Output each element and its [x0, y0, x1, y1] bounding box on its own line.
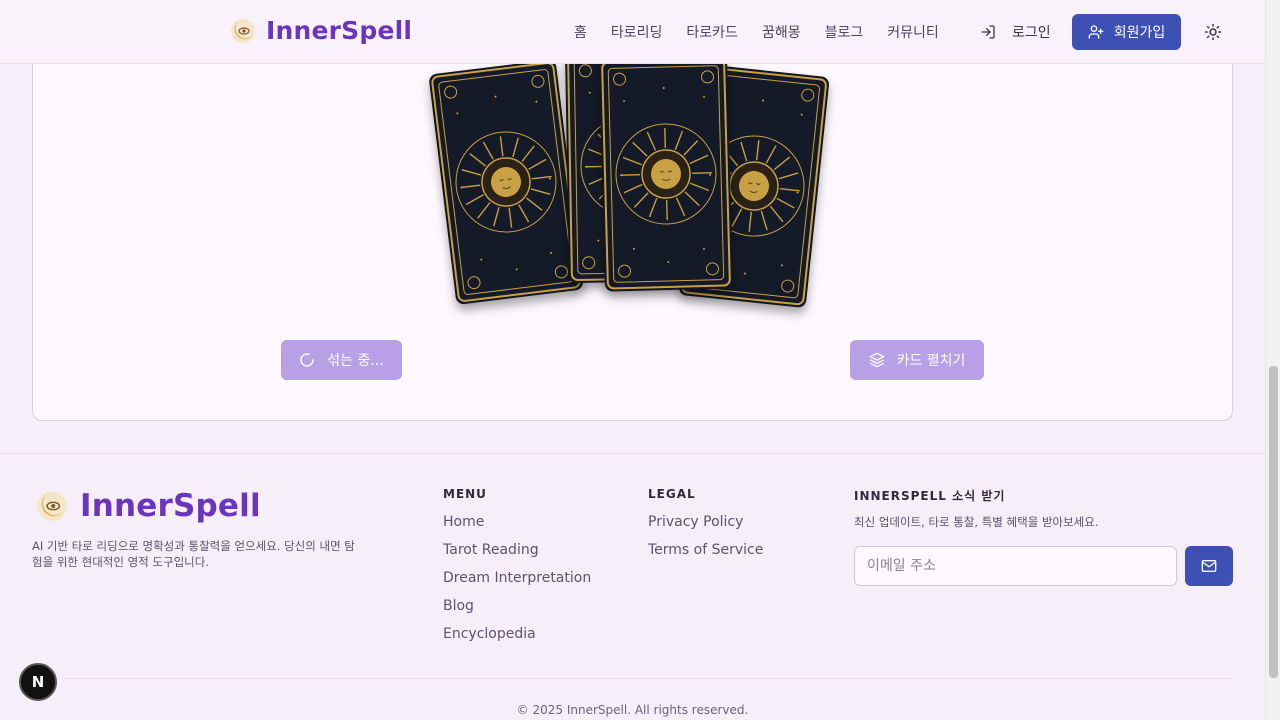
email-input[interactable]: 이메일 주소: [854, 546, 1177, 586]
footer-link-tarot-reading[interactable]: Tarot Reading: [443, 541, 591, 569]
footer-link-home[interactable]: Home: [443, 513, 591, 541]
newsletter-title: INNERSPELL 소식 받기: [854, 489, 1006, 503]
site-header: InnerSpell 홈 타로리딩 타로카드 꿈해몽 블로그 커뮤니티 로그인 …: [0, 0, 1265, 64]
login-icon: [981, 25, 995, 39]
nav-tarot-reading[interactable]: 타로리딩: [611, 22, 663, 42]
spread-cards-label: 카드 펼치기: [896, 353, 966, 369]
footer-brand[interactable]: InnerSpell: [36, 488, 261, 524]
tarot-card-back[interactable]: [428, 59, 584, 305]
mail-icon: [1201, 560, 1217, 572]
footer-link-blog[interactable]: Blog: [443, 597, 591, 625]
footer-legal: LEGAL Privacy Policy Terms of Service: [648, 487, 763, 569]
dev-badge[interactable]: N: [19, 663, 57, 701]
nav-tarot-cards[interactable]: 타로카드: [686, 22, 738, 42]
footer-description: AI 기반 타로 리딩으로 명확성과 통찰력을 얻으세요. 당신의 내면 탐험을…: [32, 539, 355, 569]
footer-menu: MENU Home Tarot Reading Dream Interpreta…: [443, 487, 591, 653]
user-plus-icon: [1088, 25, 1104, 39]
nav-dream[interactable]: 꿈해몽: [762, 22, 801, 42]
signup-button[interactable]: 회원가입: [1072, 14, 1181, 50]
footer-link-dream[interactable]: Dream Interpretation: [443, 569, 591, 597]
brand-name: InnerSpell: [266, 16, 413, 45]
copyright: © 2025 InnerSpell. All rights reserved.: [516, 703, 749, 717]
footer-menu-title: MENU: [443, 487, 487, 501]
tarot-card-back[interactable]: [598, 56, 734, 292]
footer-divider: [0, 453, 1265, 454]
loader-icon: [300, 353, 314, 367]
layers-icon: [869, 352, 884, 368]
shuffle-button[interactable]: 섞는 중...: [281, 340, 402, 380]
login-label: 로그인: [1012, 25, 1051, 41]
sun-icon: [1204, 23, 1222, 41]
footer-link-encyclopedia[interactable]: Encyclopedia: [443, 625, 591, 653]
moon-eye-logo-icon: [231, 18, 255, 43]
newsletter-description: 최신 업데이트, 타로 통찰, 특별 혜택을 받아보세요.: [854, 515, 1099, 529]
brand-link[interactable]: InnerSpell: [230, 16, 412, 45]
footer-brand-name: InnerSpell: [80, 488, 261, 524]
main-nav: 홈 타로리딩 타로카드 꿈해몽 블로그 커뮤니티: [574, 22, 963, 42]
footer-bottom-divider: [64, 678, 1233, 679]
footer-link-terms[interactable]: Terms of Service: [648, 541, 763, 569]
signup-label: 회원가입: [1113, 25, 1166, 41]
footer-legal-title: LEGAL: [648, 487, 696, 501]
spread-cards-button[interactable]: 카드 펼치기: [850, 340, 984, 380]
nav-community[interactable]: 커뮤니티: [887, 22, 939, 42]
nav-home[interactable]: 홈: [574, 22, 587, 42]
login-button[interactable]: 로그인: [980, 22, 1051, 42]
nav-blog[interactable]: 블로그: [825, 22, 864, 42]
footer-link-privacy[interactable]: Privacy Policy: [648, 513, 763, 541]
moon-eye-logo-icon: [37, 491, 67, 521]
theme-toggle[interactable]: [1204, 23, 1222, 45]
footer-newsletter: INNERSPELL 소식 받기 최신 업데이트, 타로 통찰, 특별 혜택을 …: [854, 487, 1099, 530]
scrollbar-thumb[interactable]: [1269, 366, 1278, 678]
shuffle-label: 섞는 중...: [327, 353, 384, 369]
subscribe-button[interactable]: [1185, 546, 1233, 586]
